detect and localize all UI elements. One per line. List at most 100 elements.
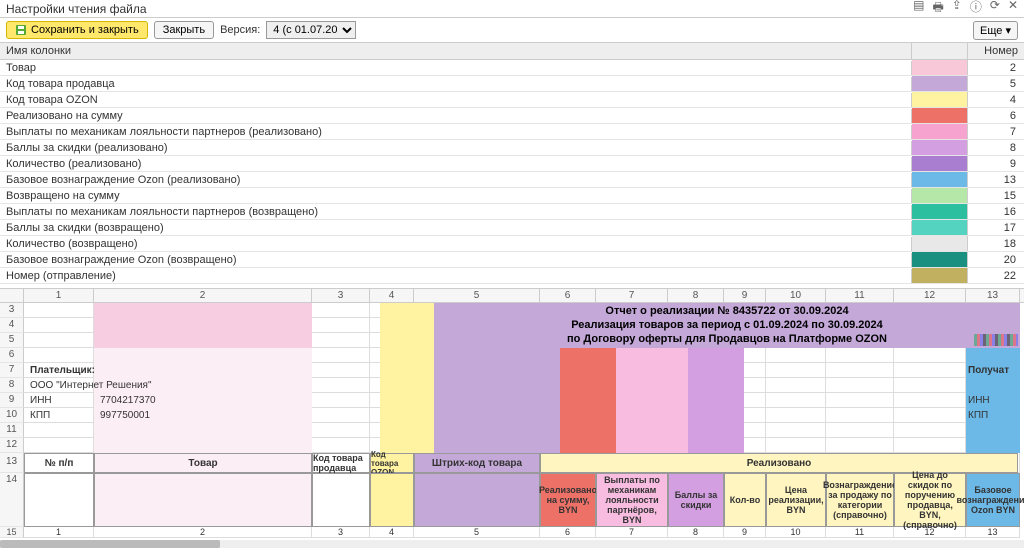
sheet-cell[interactable]: 4	[370, 527, 414, 538]
sheet-cell[interactable]: 9	[724, 527, 766, 538]
sheet-col-head[interactable]: 4	[370, 289, 414, 302]
print-icon[interactable]: 🖶	[932, 0, 943, 19]
sheet-col-head[interactable]: 6	[540, 289, 596, 302]
sheet-cell[interactable]	[312, 393, 370, 408]
sheet-row-head[interactable]: 6	[0, 348, 24, 363]
export-icon[interactable]: ⇪	[952, 0, 962, 19]
sheet-cell[interactable]	[766, 348, 826, 363]
sheet-row-head[interactable]: 11	[0, 423, 24, 438]
sheet-body[interactable]: Отчет о реализации № 8435722 от 30.09.20…	[0, 303, 1024, 538]
sheet-cell[interactable]	[826, 423, 894, 438]
sheet-col-head[interactable]: 12	[894, 289, 966, 302]
column-mapping-row[interactable]: Баллы за скидки (возвращено)17	[0, 220, 1024, 236]
sheet-cell[interactable]: 11	[826, 527, 894, 538]
version-select[interactable]: 4 (с 01.07.2024)	[266, 21, 356, 39]
sheet-cell[interactable]	[826, 363, 894, 378]
sheet-col-head[interactable]: 7	[596, 289, 668, 302]
sheet-col-head[interactable]: 3	[312, 289, 370, 302]
sheet-col-head[interactable]: 5	[414, 289, 540, 302]
column-mapping-row[interactable]: Баллы за скидки (реализовано)8	[0, 140, 1024, 156]
sheet-cell[interactable]	[312, 423, 370, 438]
sheet-cell[interactable]	[312, 363, 370, 378]
sheet-cell[interactable]	[826, 378, 894, 393]
sheet-row-head[interactable]: 15	[0, 527, 24, 538]
sheet-cell[interactable]	[312, 438, 370, 453]
close-button[interactable]: Закрыть	[154, 21, 214, 39]
sheet-cell[interactable]	[894, 423, 966, 438]
sheet-col-head[interactable]: 13	[966, 289, 1020, 302]
column-mapping-row[interactable]: Код товара продавца5	[0, 76, 1024, 92]
sheet-cell[interactable]	[894, 363, 966, 378]
close-window-icon[interactable]: ✕	[1008, 0, 1018, 19]
sheet-cell[interactable]: 13	[966, 527, 1020, 538]
sheet-cell[interactable]: 10	[766, 527, 826, 538]
sheet-col-head[interactable]: 10	[766, 289, 826, 302]
save-and-close-button[interactable]: Сохранить и закрыть	[6, 21, 148, 39]
sheet-cell[interactable]	[24, 348, 94, 363]
sheet-row-head[interactable]: 8	[0, 378, 24, 393]
help-icon[interactable]: ⓘ	[970, 0, 982, 19]
sheet-cell[interactable]	[826, 408, 894, 423]
report-icon[interactable]: ▤	[913, 0, 924, 19]
sheet-cell[interactable]: 6	[540, 527, 596, 538]
sheet-cell[interactable]	[894, 408, 966, 423]
column-mapping-row[interactable]: Выплаты по механикам лояльности партнеро…	[0, 124, 1024, 140]
sheet-cell[interactable]	[766, 378, 826, 393]
sheet-row-head[interactable]: 3	[0, 303, 24, 318]
sheet-row-head[interactable]: 12	[0, 438, 24, 453]
column-mapping-row[interactable]: Код товара OZON4	[0, 92, 1024, 108]
sheet-cell[interactable]: 1	[24, 527, 94, 538]
column-mapping-row[interactable]: Реализовано на сумму6	[0, 108, 1024, 124]
sheet-cell[interactable]	[894, 378, 966, 393]
more-button[interactable]: Еще ▾	[973, 21, 1018, 40]
sheet-row-head[interactable]: 7	[0, 363, 24, 378]
column-mapping-row[interactable]: Количество (возвращено)18	[0, 236, 1024, 252]
sheet-cell[interactable]	[24, 423, 94, 438]
horizontal-scrollbar[interactable]	[0, 540, 1024, 548]
sheet-cell[interactable]	[826, 393, 894, 408]
sheet-cell[interactable]	[24, 303, 94, 318]
sheet-cell[interactable]	[24, 318, 94, 333]
col-header-name[interactable]: Имя колонки	[0, 43, 912, 59]
sheet-col-head[interactable]: 1	[24, 289, 94, 302]
sheet-cell[interactable]	[312, 333, 370, 348]
column-mapping-row[interactable]: Выплаты по механикам лояльности партнеро…	[0, 204, 1024, 220]
sheet-col-head[interactable]: 8	[668, 289, 724, 302]
sheet-row-head[interactable]: 14	[0, 473, 24, 527]
sheet-row-head[interactable]: 13	[0, 453, 24, 473]
sheet-cell[interactable]	[24, 333, 94, 348]
column-mapping-row[interactable]: Возвращено на сумму15	[0, 188, 1024, 204]
sheet-cell[interactable]	[766, 363, 826, 378]
sheet-cell[interactable]	[24, 438, 94, 453]
col-header-number[interactable]: Номер	[968, 43, 1024, 59]
column-mapping-row[interactable]: Товар2	[0, 60, 1024, 76]
sheet-cell[interactable]	[766, 393, 826, 408]
sheet-cell[interactable]: 8	[668, 527, 724, 538]
sheet-row-head[interactable]: 5	[0, 333, 24, 348]
sheet-cell[interactable]	[826, 348, 894, 363]
column-mapping-row[interactable]: Базовое вознаграждение Ozon (возвращено)…	[0, 252, 1024, 268]
sheet-cell[interactable]	[766, 423, 826, 438]
sheet-cell[interactable]	[894, 348, 966, 363]
sheet-cell[interactable]: 7	[596, 527, 668, 538]
sheet-col-head[interactable]: 2	[94, 289, 312, 302]
column-mapping-row[interactable]: Номер (отправление)22	[0, 268, 1024, 284]
sheet-cell[interactable]	[894, 438, 966, 453]
sheet-cell[interactable]	[766, 408, 826, 423]
sheet-cell[interactable]	[312, 378, 370, 393]
sheet-col-head[interactable]: 11	[826, 289, 894, 302]
sheet-cell[interactable]	[312, 348, 370, 363]
sheet-cell[interactable]: 3	[312, 527, 370, 538]
scrollbar-thumb[interactable]	[0, 540, 220, 548]
sheet-cell[interactable]	[894, 393, 966, 408]
sheet-row-head[interactable]: 9	[0, 393, 24, 408]
sheet-row-head[interactable]: 4	[0, 318, 24, 333]
sheet-col-head[interactable]: 9	[724, 289, 766, 302]
refresh-icon[interactable]: ⟳	[990, 0, 1000, 19]
column-mapping-row[interactable]: Количество (реализовано)9	[0, 156, 1024, 172]
column-grid-body[interactable]: Товар2Код товара продавца5Код товара OZO…	[0, 60, 1024, 284]
sheet-cell[interactable]	[766, 438, 826, 453]
sheet-cell[interactable]: 5	[414, 527, 540, 538]
column-mapping-row[interactable]: Базовое вознаграждение Ozon (реализовано…	[0, 172, 1024, 188]
sheet-cell[interactable]	[826, 438, 894, 453]
